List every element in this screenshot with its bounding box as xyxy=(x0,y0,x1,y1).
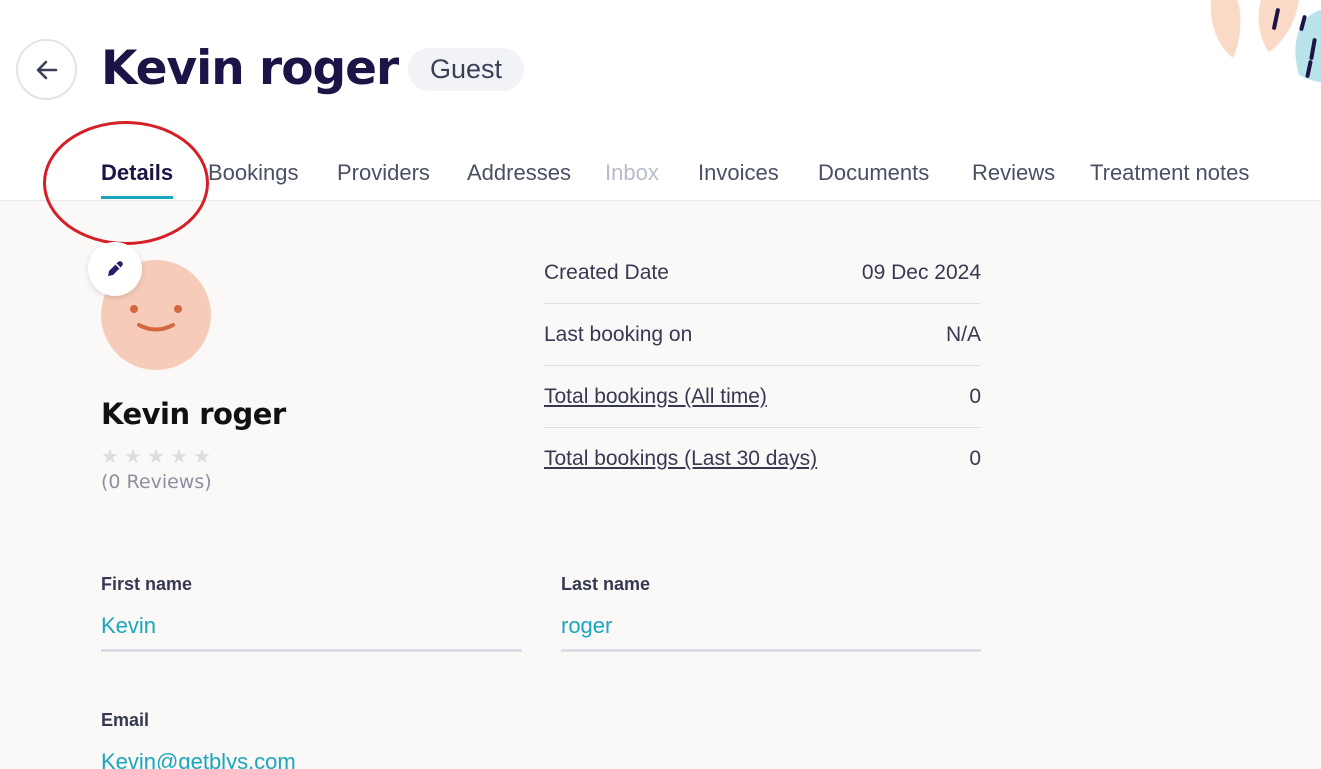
email-label: Email xyxy=(101,710,150,730)
tab-bookings[interactable]: Bookings xyxy=(208,160,299,186)
stat-value: 09 Dec 2024 xyxy=(861,261,981,284)
decorative-leaves xyxy=(1210,0,1321,82)
total-bookings-30-days-link[interactable]: Total bookings (Last 30 days) xyxy=(544,447,817,471)
stat-row-total-bookings-30-days: Total bookings (Last 30 days) 0 xyxy=(544,428,981,490)
back-button[interactable] xyxy=(16,39,77,100)
star-icon: ★ xyxy=(147,444,165,468)
tab-bar: Details Bookings Providers Addresses Inb… xyxy=(0,150,1321,201)
details-panel: Kevin roger ★ ★ ★ ★ ★ (0 Reviews) Create… xyxy=(0,201,1321,769)
star-icon: ★ xyxy=(124,444,142,468)
client-details-page: Kevin roger Guest Details Bookings Provi… xyxy=(0,0,1321,769)
tab-inbox[interactable]: Inbox xyxy=(605,160,659,186)
tab-documents[interactable]: Documents xyxy=(818,160,929,186)
tab-providers[interactable]: Providers xyxy=(337,160,430,186)
email-field[interactable]: Email Kevin@getblys.com xyxy=(101,710,522,769)
first-name-input[interactable]: Kevin xyxy=(101,613,522,649)
tab-details[interactable]: Details xyxy=(101,160,173,186)
first-name-underline xyxy=(101,649,522,652)
first-name-field[interactable]: First name Kevin xyxy=(101,574,522,652)
profile-name: Kevin roger xyxy=(101,397,286,431)
first-name-label: First name xyxy=(101,574,193,594)
total-bookings-all-time-link[interactable]: Total bookings (All time) xyxy=(544,385,767,409)
last-name-field[interactable]: Last name roger xyxy=(561,574,981,652)
last-name-underline xyxy=(561,649,981,652)
stat-label: Created Date xyxy=(544,261,669,284)
reviews-count: (0 Reviews) xyxy=(101,471,212,493)
stats-table: Created Date 09 Dec 2024 Last booking on… xyxy=(544,242,981,490)
pencil-icon xyxy=(108,261,123,276)
edit-avatar-button[interactable] xyxy=(88,242,142,296)
arrow-left-icon xyxy=(36,60,57,79)
stat-label: Last booking on xyxy=(544,323,693,346)
active-tab-indicator xyxy=(101,196,173,199)
star-icon: ★ xyxy=(193,444,211,468)
email-input[interactable]: Kevin@getblys.com xyxy=(101,749,522,769)
role-badge: Guest xyxy=(408,48,525,91)
page-title: Kevin roger xyxy=(101,41,399,96)
tab-addresses[interactable]: Addresses xyxy=(467,160,571,186)
tab-reviews[interactable]: Reviews xyxy=(972,160,1055,186)
stat-row-last-booking: Last booking on N/A xyxy=(544,304,981,366)
stat-value: N/A xyxy=(945,323,981,346)
tab-treatment-notes[interactable]: Treatment notes xyxy=(1090,160,1249,186)
last-name-label: Last name xyxy=(561,574,651,594)
star-icon: ★ xyxy=(170,444,188,468)
last-name-input[interactable]: roger xyxy=(561,613,981,649)
stat-row-total-bookings-all-time: Total bookings (All time) 0 xyxy=(544,366,981,428)
star-icon: ★ xyxy=(101,444,119,468)
rating-stars: ★ ★ ★ ★ ★ xyxy=(101,444,212,468)
stat-row-created-date: Created Date 09 Dec 2024 xyxy=(544,242,981,304)
stat-value: 0 xyxy=(969,447,981,470)
tab-invoices[interactable]: Invoices xyxy=(698,160,779,186)
stat-value: 0 xyxy=(969,385,981,408)
